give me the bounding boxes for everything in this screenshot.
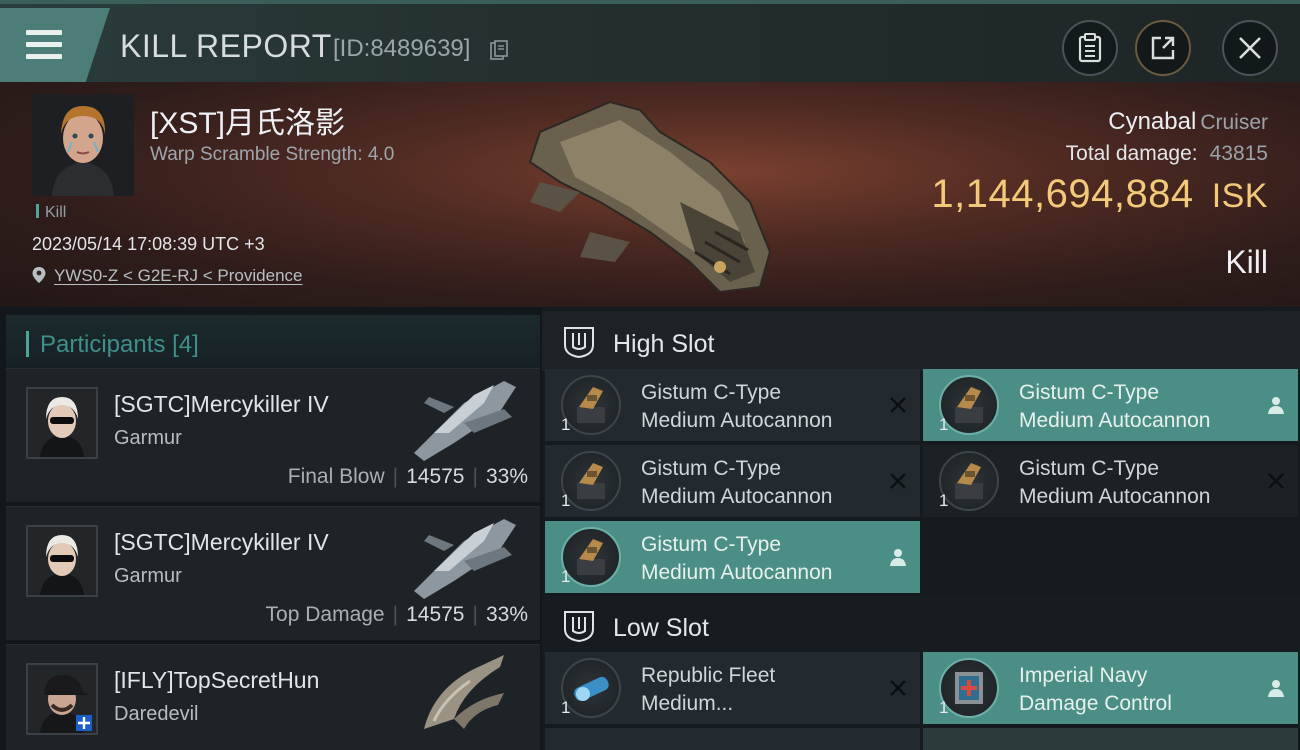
victim-avatar-image: [32, 94, 134, 196]
kill-datetime: 2023/05/14 17:08:39 UTC +3: [32, 234, 265, 254]
participants-header: Participants [4]: [6, 315, 540, 371]
participant-percent: 33%: [485, 465, 528, 488]
pin-icon: [32, 267, 46, 283]
participant-row[interactable]: [SGTC]Mercykiller IV Garmur Top Damage | 1…: [6, 506, 540, 640]
item-name-line2: Medium Autocannon: [641, 485, 833, 508]
destroyed-x-icon: [1268, 473, 1284, 489]
destroyed-x-icon: [890, 397, 906, 413]
fitting-slot[interactable]: 1 Republic Fleet Medium...: [545, 652, 920, 724]
shield-slot-icon: [564, 611, 594, 643]
victim-portrait[interactable]: [32, 94, 134, 196]
participant-name[interactable]: [SGTC]Mercykiller IV: [114, 529, 329, 556]
dropped-person-icon: [1268, 680, 1284, 697]
share-icon: [1151, 36, 1175, 60]
dropped-person-icon: [890, 549, 906, 566]
fittings-panel: High Slot 1 Gistum C-Type Medium Autocan…: [542, 307, 1300, 750]
item-name-line1: Gistum C-Type: [1019, 457, 1160, 480]
dropped-person-icon: [1268, 397, 1284, 414]
isk-unit: ISK: [1211, 177, 1268, 215]
item-name-line2: Medium Autocannon: [1019, 485, 1211, 508]
menu-icon: [26, 30, 62, 60]
ship-name[interactable]: Cynabal: [1108, 108, 1196, 135]
isk-value-line: 1,144,694,884 ISK: [931, 172, 1268, 217]
participant-row[interactable]: [SGTC]Mercykiller IV Garmur Final Blow | 1…: [6, 368, 540, 502]
participant-damage: 14575: [406, 603, 465, 626]
daredevil-ship-image[interactable]: [404, 649, 522, 741]
location-text[interactable]: YWS0-Z < G2E-RJ < Providence: [52, 266, 302, 285]
top-bar: KILL REPORT [ID:8489639]: [0, 0, 1300, 82]
item-name-line1: Gistum C-Type: [641, 457, 782, 480]
destroyed-x-icon: [890, 473, 906, 489]
fitting-slot[interactable]: 1 Gistum C-Type Medium Autocannon: [545, 521, 920, 593]
shield-slot-icon: [564, 327, 594, 359]
participant-damage: 14575: [406, 465, 465, 488]
close-icon: [1239, 37, 1261, 59]
item-name-line1: Republic Fleet: [641, 664, 776, 687]
victim-ship-image[interactable]: [520, 92, 780, 297]
total-damage-value: 43815: [1209, 142, 1268, 165]
high-slot-header: High Slot: [542, 311, 1300, 371]
fitting-slot[interactable]: 1 Imperial Navy Damage Control: [923, 652, 1298, 724]
isk-value: 1,144,694,884: [931, 172, 1194, 216]
fitting-slot[interactable]: 1 Gistum C-Type Medium Autocannon: [545, 445, 920, 517]
participant-percent: 33%: [485, 603, 528, 626]
participant-name[interactable]: [IFLY]TopSecretHun: [114, 667, 319, 694]
ship-class: Cruiser: [1200, 111, 1268, 134]
item-name-line2: Medium Autocannon: [641, 561, 833, 584]
participant-ship: Garmur: [114, 427, 182, 449]
item-name-line1: Gistum C-Type: [641, 533, 782, 556]
participant-stats: Top Damage | 14575 | 33%: [265, 603, 528, 626]
victim-banner: [XST]月氏洛影 Warp Scramble Strength: 4.0 Ki…: [0, 82, 1300, 307]
clipboard-icon: [1078, 33, 1102, 63]
item-name-line1: Gistum C-Type: [1019, 381, 1160, 404]
low-slot-header: Low Slot: [542, 595, 1300, 655]
participant-stats: Final Blow | 14575 | 33%: [287, 465, 528, 488]
participants-panel: Participants [4] [SGTC]Mercykiller IV Ga…: [0, 307, 542, 750]
fitting-slot[interactable]: [545, 728, 920, 750]
participant-ship: Daredevil: [114, 703, 199, 725]
item-name-line1: Imperial Navy: [1019, 664, 1148, 687]
item-name-line1: Gistum C-Type: [641, 381, 782, 404]
fitting-slot[interactable]: [923, 728, 1298, 750]
kill-tag: Kill: [36, 204, 66, 222]
menu-button[interactable]: [0, 8, 110, 82]
clipboard-button[interactable]: [1062, 20, 1118, 76]
avatar[interactable]: [26, 387, 98, 459]
participant-row[interactable]: [IFLY]TopSecretHun Daredevil: [6, 644, 540, 750]
avatar[interactable]: [26, 525, 98, 597]
location-link[interactable]: YWS0-Z < G2E-RJ < Providence: [32, 266, 302, 286]
participant-ship: Garmur: [114, 565, 182, 587]
victim-subtitle: Warp Scramble Strength: 4.0: [150, 144, 395, 165]
participant-name[interactable]: [SGTC]Mercykiller IV: [114, 391, 329, 418]
avatar[interactable]: [26, 663, 98, 735]
total-damage-label: Total damage:: [1065, 142, 1198, 165]
page-title: KILL REPORT: [120, 28, 332, 64]
share-button[interactable]: [1135, 20, 1191, 76]
copy-icon[interactable]: [490, 40, 508, 60]
total-damage-line: Total damage: 43815: [1066, 142, 1268, 166]
fitting-slot[interactable]: 1 Gistum C-Type Medium Autocannon: [545, 369, 920, 441]
participant-tag: Final Blow: [287, 465, 385, 488]
item-name-line2: Medium Autocannon: [641, 409, 833, 432]
ship-name-line: Cynabal Cruiser: [1108, 108, 1268, 136]
garmur-ship-image[interactable]: [404, 511, 522, 603]
garmur-ship-image[interactable]: [404, 373, 522, 465]
destroyed-x-icon: [890, 680, 906, 696]
fitting-slot[interactable]: 1 Gistum C-Type Medium Autocannon: [923, 369, 1298, 441]
participants-title: Participants [4]: [40, 331, 199, 358]
kill-id: [ID:8489639]: [333, 35, 471, 62]
participant-tag: Top Damage: [265, 603, 385, 626]
item-name-line2: Medium...: [641, 692, 734, 715]
participants-count: [4]: [172, 331, 199, 358]
result-label: Kill: [1225, 244, 1268, 280]
low-slot-label: Low Slot: [613, 614, 709, 642]
fitting-slot[interactable]: 1 Gistum C-Type Medium Autocannon: [923, 445, 1298, 517]
victim-name[interactable]: [XST]月氏洛影: [150, 98, 345, 142]
item-name-line2: Damage Control: [1019, 692, 1172, 715]
close-button[interactable]: [1222, 20, 1278, 76]
item-name-line2: Medium Autocannon: [1019, 409, 1211, 432]
high-slot-label: High Slot: [613, 330, 715, 358]
